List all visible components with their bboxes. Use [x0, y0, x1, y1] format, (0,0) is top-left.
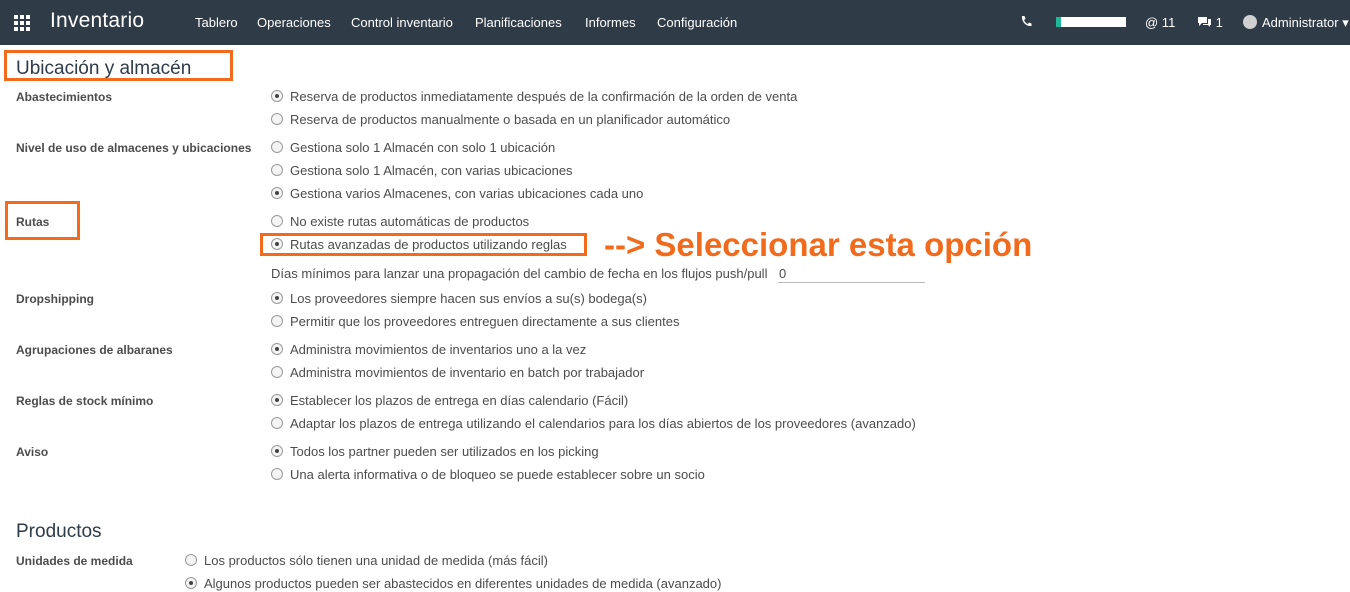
menu-planificaciones[interactable]: Planificaciones — [475, 15, 562, 30]
highlight-box-rutas-label — [5, 201, 80, 240]
days-propagation-input[interactable] — [778, 264, 925, 283]
radio-option[interactable]: Gestiona solo 1 Almacén con solo 1 ubica… — [271, 140, 555, 156]
radio-option[interactable]: Reserva de productos inmediatamente desp… — [271, 89, 797, 105]
progress-bar — [1056, 17, 1126, 27]
mentions-counter[interactable]: @ 11 — [1145, 15, 1175, 60]
top-navbar: Inventario Tablero Operaciones Control i… — [0, 0, 1350, 45]
highlight-box-rutas-option — [260, 233, 587, 256]
option-label: Gestiona solo 1 Almacén, con varias ubic… — [290, 163, 573, 178]
radio-option[interactable]: No existe rutas automáticas de productos — [271, 214, 529, 230]
option-label: No existe rutas automáticas de productos — [290, 214, 530, 229]
radio-button[interactable] — [271, 141, 283, 153]
radio-option[interactable]: Administra movimientos de inventarios un… — [271, 342, 586, 358]
option-label: Administra movimientos de inventarios un… — [290, 342, 587, 357]
menu-tablero[interactable]: Tablero — [195, 15, 238, 30]
radio-button[interactable] — [185, 554, 197, 566]
label-dropshipping: Dropshipping — [16, 292, 94, 306]
radio-button[interactable] — [271, 187, 283, 199]
chevron-down-icon: ▾ — [1338, 15, 1349, 30]
days-propagation-label: Días mínimos para lanzar una propagación… — [271, 266, 768, 281]
radio-option[interactable]: Gestiona varios Almacenes, con varias ub… — [271, 186, 643, 202]
option-label: Gestiona varios Almacenes, con varias ub… — [290, 186, 644, 201]
radio-button[interactable] — [271, 394, 283, 406]
option-label: Los productos sólo tienen una unidad de … — [204, 553, 548, 568]
section-title-productos: Productos — [16, 521, 102, 542]
radio-button[interactable] — [271, 445, 283, 457]
radio-option[interactable]: Establecer los plazos de entrega en días… — [271, 393, 628, 409]
radio-button[interactable] — [271, 343, 283, 355]
option-label: Permitir que los proveedores entreguen d… — [290, 314, 680, 329]
radio-button[interactable] — [271, 113, 283, 125]
radio-button[interactable] — [271, 90, 283, 102]
radio-option[interactable]: Administra movimientos de inventario en … — [271, 365, 644, 381]
user-menu[interactable]: Administrator ▾ — [1243, 15, 1349, 60]
messages-counter[interactable]: 1 — [1197, 15, 1223, 60]
radio-option[interactable]: Una alerta informativa o de bloqueo se p… — [271, 467, 705, 483]
radio-option[interactable]: Reserva de productos manualmente o basad… — [271, 112, 730, 128]
option-label: Una alerta informativa o de bloqueo se p… — [290, 467, 705, 482]
apps-grid-icon[interactable] — [14, 15, 31, 31]
radio-button[interactable] — [271, 315, 283, 327]
radio-button[interactable] — [271, 164, 283, 176]
radio-option[interactable]: Adaptar los plazos de entrega utilizando… — [271, 416, 916, 432]
menu-control-inventario[interactable]: Control inventario — [351, 15, 453, 30]
option-label: Adaptar los plazos de entrega utilizando… — [290, 416, 916, 431]
user-name: Administrator — [1262, 15, 1339, 30]
option-label: Todos los partner pueden ser utilizados … — [290, 444, 599, 459]
radio-button[interactable] — [271, 417, 283, 429]
radio-button[interactable] — [185, 577, 197, 589]
annotation-text: --> Seleccionar esta opción — [604, 226, 1033, 263]
phone-icon[interactable] — [1020, 15, 1032, 60]
menu-operaciones[interactable]: Operaciones — [257, 15, 331, 30]
label-unidades: Unidades de medida — [16, 554, 133, 568]
radio-option[interactable]: Permitir que los proveedores entreguen d… — [271, 314, 680, 330]
radio-option[interactable]: Gestiona solo 1 Almacén, con varias ubic… — [271, 163, 573, 179]
label-reglas: Reglas de stock mínimo — [16, 394, 154, 408]
option-label: Establecer los plazos de entrega en días… — [290, 393, 629, 408]
menu-informes[interactable]: Informes — [585, 15, 636, 30]
label-agrupaciones: Agrupaciones de albaranes — [16, 343, 173, 357]
label-nivel: Nivel de uso de almacenes y ubicaciones — [16, 141, 252, 155]
highlight-box-section — [4, 50, 233, 81]
radio-option[interactable]: Los proveedores siempre hacen sus envíos… — [271, 291, 647, 307]
option-label: Los proveedores siempre hacen sus envíos… — [290, 291, 647, 306]
radio-button[interactable] — [271, 366, 283, 378]
option-label: Algunos productos pueden ser abastecidos… — [204, 576, 722, 591]
radio-option[interactable]: Algunos productos pueden ser abastecidos… — [185, 576, 721, 592]
radio-option[interactable]: Todos los partner pueden ser utilizados … — [271, 444, 599, 460]
menu-configuracion[interactable]: Configuración — [657, 15, 737, 30]
radio-option[interactable]: Los productos sólo tienen una unidad de … — [185, 553, 548, 569]
avatar — [1243, 15, 1257, 29]
radio-button[interactable] — [271, 215, 283, 227]
option-label: Reserva de productos inmediatamente desp… — [290, 89, 798, 104]
radio-button[interactable] — [271, 468, 283, 480]
option-label: Gestiona solo 1 Almacén con solo 1 ubica… — [290, 140, 556, 155]
radio-button[interactable] — [271, 292, 283, 304]
label-abastecimientos: Abastecimientos — [16, 90, 113, 104]
messages-count: 1 — [1215, 15, 1223, 30]
chat-icon — [1197, 15, 1212, 30]
option-label: Reserva de productos manualmente o basad… — [290, 112, 731, 127]
app-title[interactable]: Inventario — [50, 9, 144, 33]
label-aviso: Aviso — [16, 445, 49, 459]
option-label: Administra movimientos de inventario en … — [290, 365, 645, 380]
